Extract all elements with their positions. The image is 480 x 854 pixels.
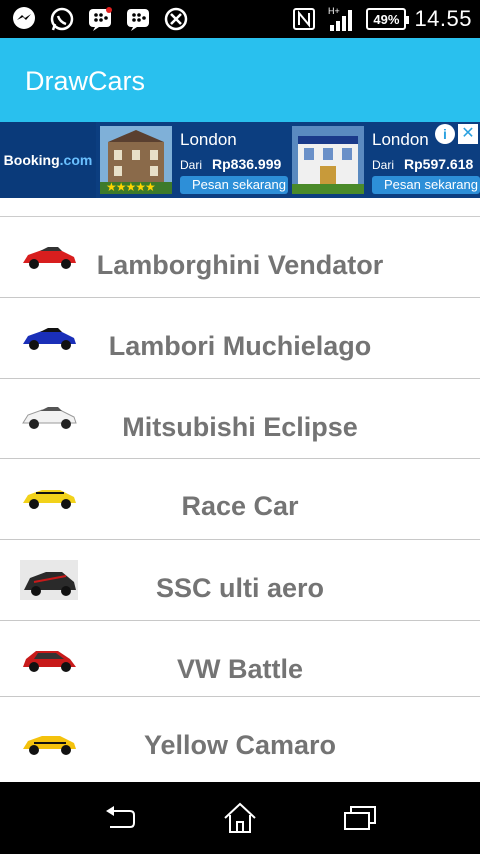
battery-indicator: 49% [366, 8, 410, 30]
car-name: Lambori Muchielago [108, 331, 372, 361]
car-list: Lamborghini Vendator Lambori Muchielago … [0, 216, 480, 783]
clock: 14.55 [414, 6, 472, 31]
car-name: Race Car [181, 491, 299, 521]
messenger-icon [10, 5, 38, 33]
list-item[interactable]: SSC ulti aero [0, 540, 480, 621]
car-name: Yellow Camaro [143, 730, 337, 760]
whatsapp-icon [48, 5, 76, 33]
status-bar: H+ 49% 14.55 [0, 0, 480, 38]
signal-icon: H+ [326, 5, 358, 33]
car-name: Lamborghini Vendator [96, 250, 384, 280]
booking-logo[interactable]: Booking .com [0, 122, 96, 198]
hotel-photo-2 [292, 126, 364, 194]
ad-city: London [180, 130, 237, 149]
recent-apps-icon[interactable] [340, 800, 380, 836]
list-item[interactable]: Lambori Muchielago [0, 298, 480, 379]
ad-banner[interactable]: Booking .com ★★★★★ London Dari Rp836.999 … [0, 122, 480, 198]
booking-logo-suffix: .com [59, 152, 93, 168]
book-now-button[interactable]: Pesan sekarang [180, 176, 288, 194]
list-item[interactable]: VW Battle [0, 621, 480, 697]
app-title: DrawCars [25, 66, 146, 96]
book-now-button[interactable]: Pesan sekarang [372, 176, 480, 194]
list-item[interactable]: Lamborghini Vendator [0, 217, 480, 298]
network-type: H+ [328, 6, 340, 16]
ad-hotel-card-1[interactable]: ★★★★★ London Dari Rp836.999 Pesan sekara… [96, 122, 288, 198]
navigation-bar [0, 782, 480, 854]
ad-close-icon[interactable]: ✕ [458, 124, 478, 144]
list-item[interactable]: Mitsubishi Eclipse [0, 379, 480, 459]
car-name: Mitsubishi Eclipse [122, 412, 358, 442]
sync-icon [162, 5, 190, 33]
ad-price: Rp597.618 [404, 156, 474, 172]
ad-from-label: Dari [372, 158, 395, 172]
list-item[interactable]: Race Car [0, 459, 480, 540]
ad-city: London [372, 130, 429, 149]
rating-stars: ★★★★★ [106, 180, 156, 194]
bbm-icon [86, 5, 114, 33]
bbm-icon-2 [124, 5, 152, 33]
car-name: SSC ulti aero [155, 573, 325, 603]
nfc-icon [290, 5, 318, 33]
car-name: VW Battle [176, 654, 303, 684]
back-icon[interactable] [100, 800, 140, 836]
status-right: H+ 49% 14.55 [290, 0, 472, 38]
app-bar: DrawCars [0, 38, 480, 124]
ad-info-icon[interactable]: i [435, 124, 455, 144]
list-item[interactable]: Yellow Camaro [0, 697, 480, 783]
notification-icons [10, 5, 190, 33]
booking-logo-text: Booking [3, 152, 60, 168]
ad-price: Rp836.999 [212, 156, 282, 172]
home-icon[interactable] [220, 800, 260, 836]
ad-from-label: Dari [180, 158, 203, 172]
